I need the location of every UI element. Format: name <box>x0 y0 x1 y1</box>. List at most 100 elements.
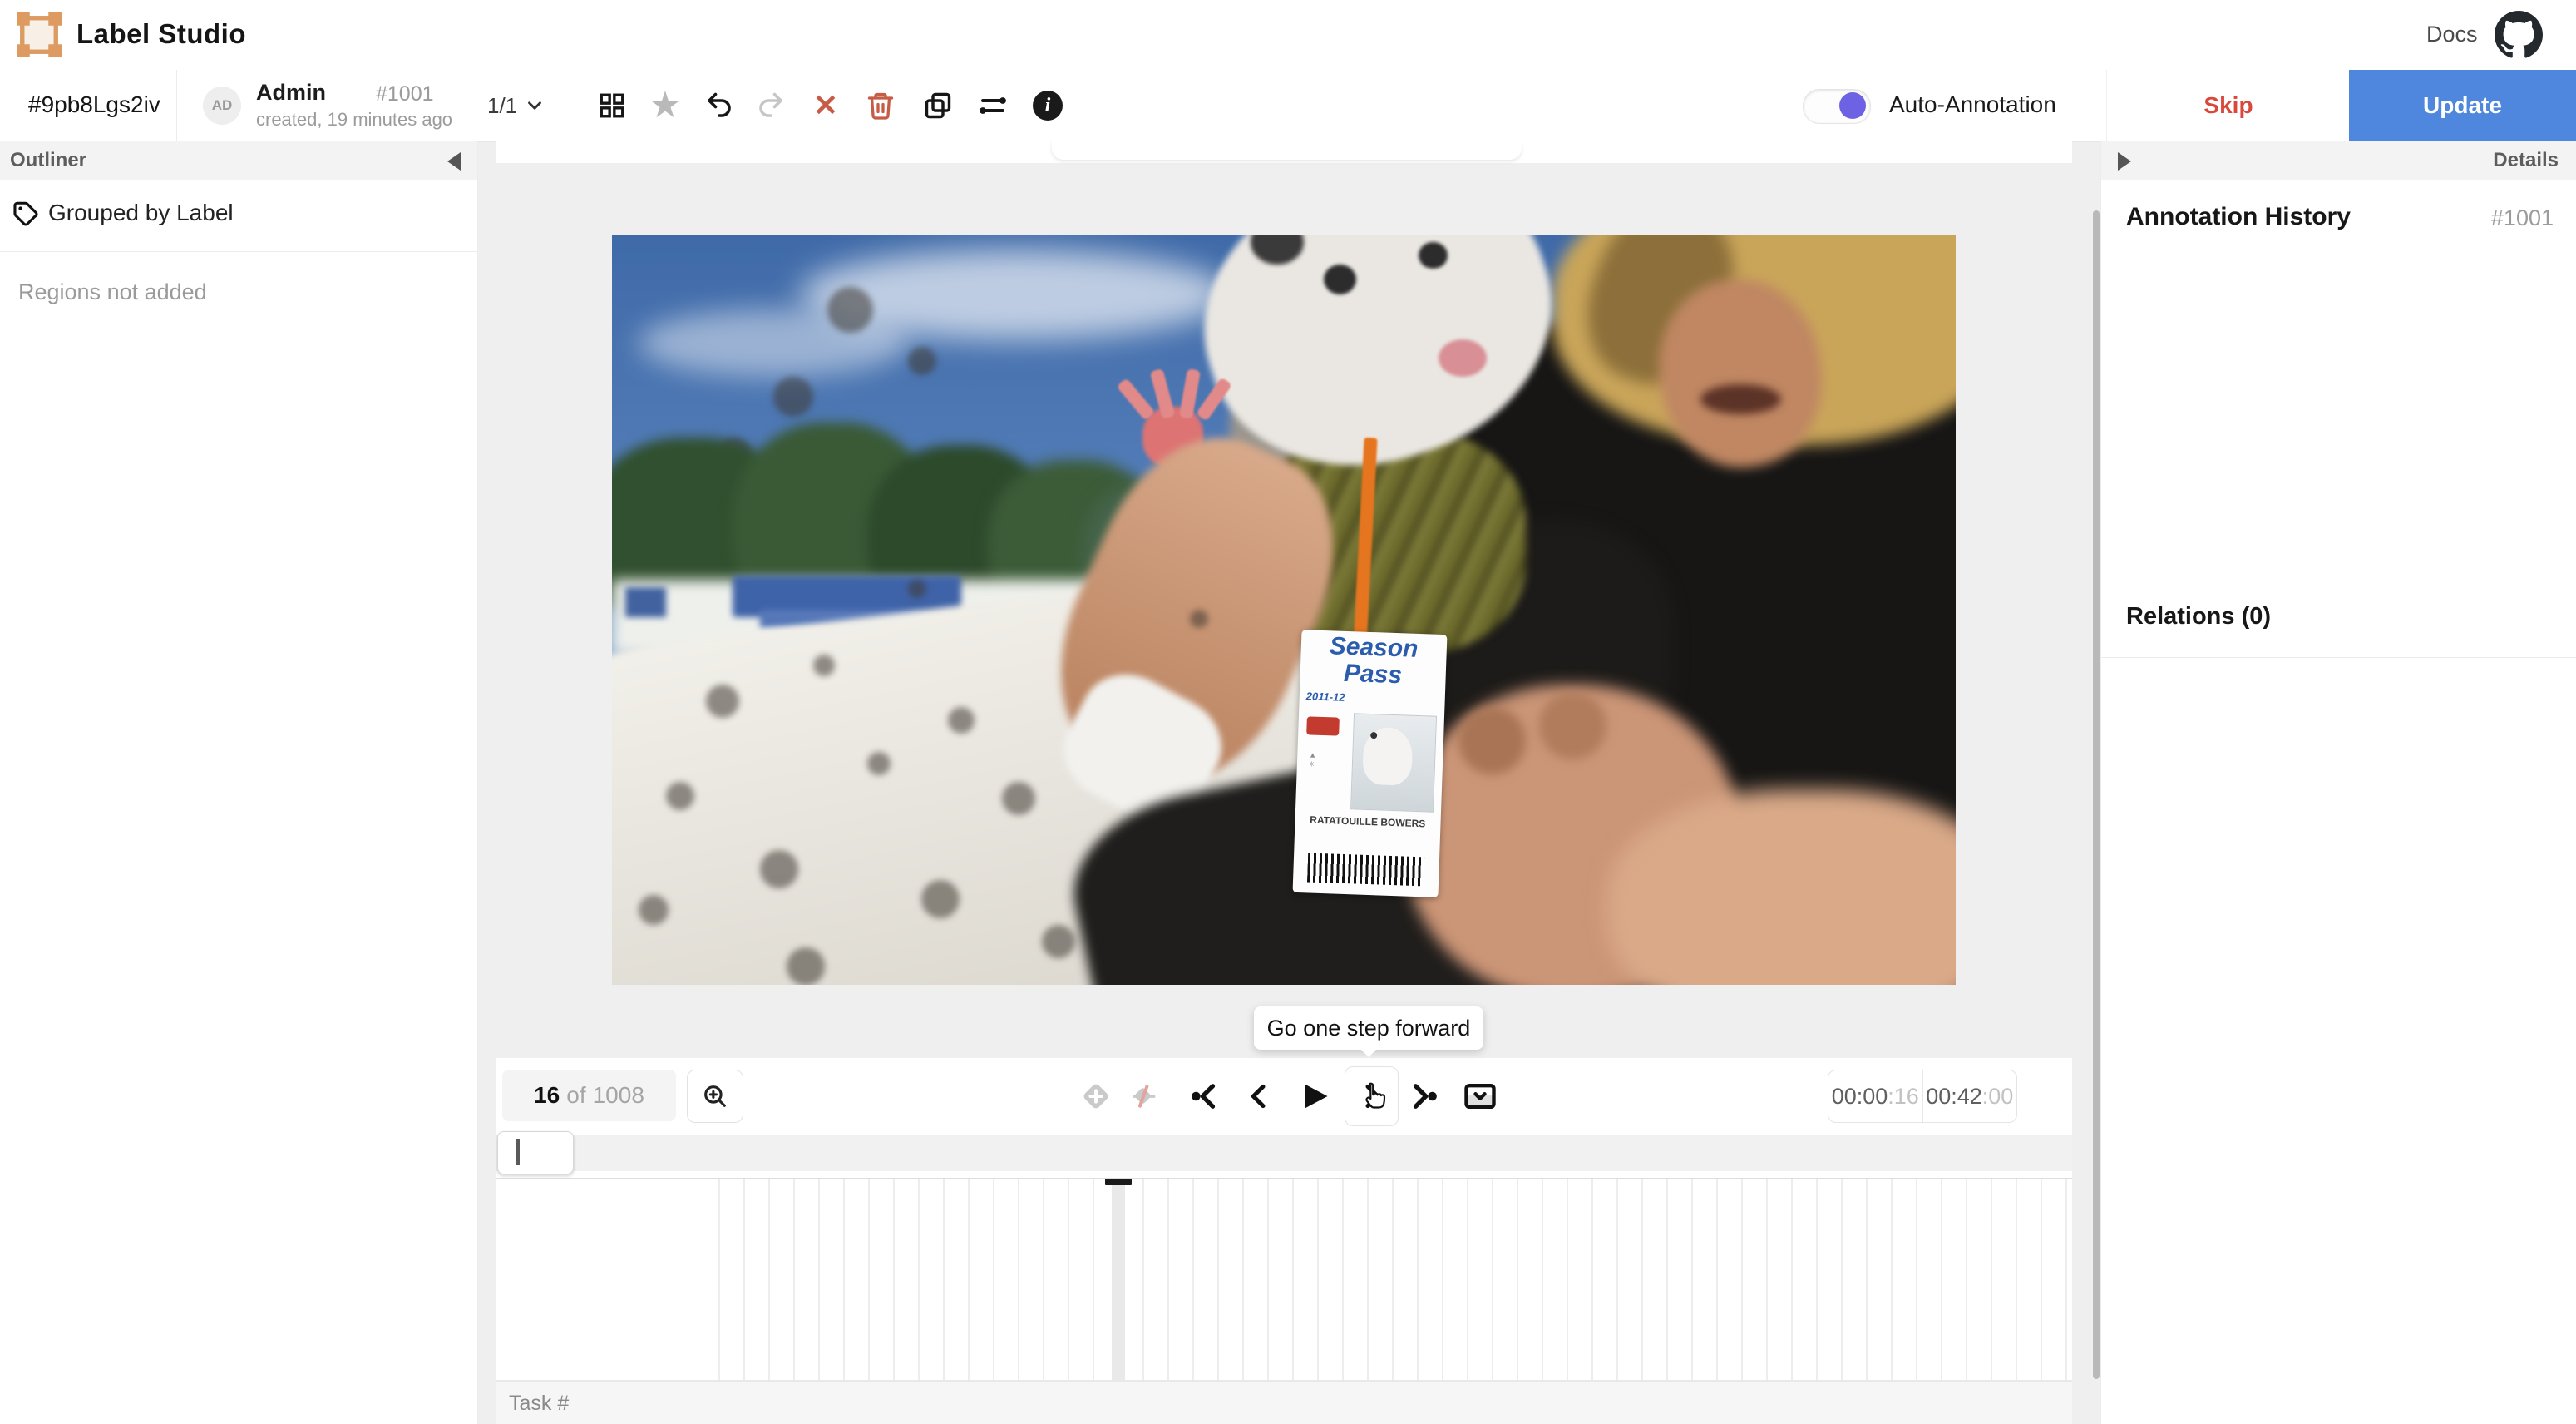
info-icon: i <box>1033 91 1063 121</box>
opossum-nose <box>1439 339 1487 377</box>
blue-fence <box>625 587 665 617</box>
tag-icon <box>12 200 40 228</box>
badge-logo <box>1307 717 1340 736</box>
annotation-nav-count: 1/1 <box>487 93 517 119</box>
avatar[interactable]: AD <box>203 87 241 125</box>
play-icon <box>1295 1078 1332 1115</box>
collapse-right-icon[interactable] <box>2118 152 2131 171</box>
cancel-icon: ✕ <box>813 91 838 121</box>
play-button[interactable] <box>1292 1075 1335 1118</box>
relations-title: Relations (0) <box>2126 603 2271 630</box>
duration-time: 00:42:00 <box>1923 1070 2017 1122</box>
keypoint-slash-icon <box>1128 1080 1161 1113</box>
keypoint-add-icon <box>1079 1080 1113 1113</box>
details-header: Details <box>2101 141 2576 180</box>
prev-frame-button[interactable] <box>1237 1075 1281 1118</box>
video-frame[interactable]: Season Pass 2011-12 ▲✳ RATATOUILLE BOWER… <box>612 235 1956 985</box>
info-button[interactable]: i <box>1026 84 1069 127</box>
fist-knuckle <box>1458 707 1526 774</box>
prev-keypoint-button[interactable] <box>1182 1075 1226 1118</box>
annotation-history-title: Annotation History <box>2126 203 2351 231</box>
chevron-left-icon <box>1242 1080 1276 1113</box>
next-frame-button[interactable] <box>1345 1066 1399 1126</box>
position-time: 00:00:16 <box>1828 1070 1923 1122</box>
position-time-main: 00:00 <box>1832 1084 1888 1110</box>
hand-cursor <box>1357 1080 1390 1117</box>
relations-section[interactable]: Relations (0) <box>2101 576 2576 658</box>
position-time-frames: :16 <box>1888 1084 1919 1110</box>
duration-time-frames: :00 <box>1982 1084 2014 1110</box>
badge-barcode <box>1308 853 1425 887</box>
task-id[interactable]: #9pb8Lgs2iv <box>28 91 160 118</box>
prev-keypoint-icon <box>1187 1079 1221 1114</box>
frame-ruler[interactable] <box>496 1178 2072 1381</box>
undo-icon <box>704 91 734 121</box>
group-by-label-control[interactable]: Grouped by Label <box>0 180 477 252</box>
duration-time-main: 00:42 <box>1926 1084 1982 1110</box>
time-display: 00:00:16 00:42:00 <box>1828 1070 2017 1123</box>
tooltip: Go one step forward <box>1254 1006 1483 1050</box>
trash-icon <box>866 91 896 121</box>
reset-button[interactable]: ✕ <box>804 84 847 127</box>
app-title: Label Studio <box>76 18 246 50</box>
task-footer: Task # <box>496 1381 2072 1424</box>
redo-icon <box>756 91 786 121</box>
outliner-header: Outliner <box>0 141 477 180</box>
docs-link[interactable]: Docs <box>2426 22 2478 47</box>
annotation-toolbar: #9pb8Lgs2iv AD Admin #1001 created, 19 m… <box>0 70 2576 142</box>
star-icon: ★ <box>649 87 681 124</box>
badge-line1: Season <box>1301 633 1447 663</box>
annotation-id: #1001 <box>376 82 434 106</box>
transfer-icon <box>978 91 1008 121</box>
undo-button[interactable] <box>698 84 741 127</box>
grid-icon <box>598 91 626 120</box>
frame-of-label: of <box>566 1082 585 1109</box>
add-region-button[interactable] <box>1074 1075 1118 1118</box>
fist-knuckle <box>1539 692 1606 759</box>
magnifier-plus-icon <box>701 1082 729 1110</box>
scrolled-panel-edge <box>1052 141 1522 160</box>
frame-counter[interactable]: 16 of 1008 <box>502 1070 676 1121</box>
group-by-label-text: Grouped by Label <box>48 200 234 226</box>
badge-line2: Pass <box>1300 660 1445 690</box>
annotator-name: Admin <box>256 80 326 106</box>
delete-button[interactable] <box>859 84 902 127</box>
grid-view-button[interactable] <box>590 84 634 127</box>
interpolation-toggle-button[interactable] <box>1123 1075 1166 1118</box>
task-label: Task # <box>509 1392 569 1416</box>
chevron-down-icon[interactable] <box>524 95 545 116</box>
badge-line3: 2011-12 <box>1306 690 1345 704</box>
relations-settings-button[interactable] <box>971 84 1014 127</box>
timeline-collapse-button[interactable] <box>1458 1075 1502 1118</box>
frames-box-icon <box>1462 1078 1498 1115</box>
regions-empty-message: Regions not added <box>18 279 207 305</box>
next-keypoint-button[interactable] <box>1403 1075 1446 1118</box>
outliner-title: Outliner <box>10 149 86 172</box>
details-panel: Details Annotation History #1001 Relatio… <box>2100 141 2576 1424</box>
season-pass-badge: Season Pass 2011-12 ▲✳ RATATOUILLE BOWER… <box>1293 630 1447 897</box>
label-studio-app: Label Studio Docs #9pb8Lgs2iv AD Admin #… <box>0 0 2576 1424</box>
toggle-knob <box>1839 92 1866 119</box>
opossum-paw-toe <box>1117 378 1156 422</box>
collapse-left-icon[interactable] <box>447 152 461 171</box>
ground-truth-button[interactable]: ★ <box>644 84 687 127</box>
auto-annotation-toggle[interactable] <box>1803 89 1871 124</box>
details-title: Details <box>2493 149 2559 172</box>
zoom-in-button[interactable] <box>687 1070 743 1123</box>
seeker-viewport[interactable] <box>497 1131 574 1174</box>
current-frame: 16 <box>534 1082 560 1109</box>
duplicate-button[interactable] <box>916 84 960 127</box>
update-button[interactable]: Update <box>2349 70 2576 141</box>
next-keypoint-icon <box>1407 1079 1442 1114</box>
outliner-panel: Outliner Grouped by Label Regions not ad… <box>0 141 478 1424</box>
label-studio-logo-icon <box>17 12 62 57</box>
skip-button[interactable]: Skip <box>2106 70 2350 141</box>
seeker-position-indicator <box>516 1139 520 1165</box>
top-header: Label Studio Docs <box>0 0 2576 71</box>
main-content: Season Pass 2011-12 ▲✳ RATATOUILLE BOWER… <box>496 141 2072 1424</box>
seeker-track[interactable] <box>496 1135 2072 1171</box>
annotation-history-section <box>2101 180 2576 576</box>
github-icon[interactable] <box>2495 11 2543 59</box>
vertical-scrollbar[interactable] <box>2093 210 2100 1379</box>
redo-button[interactable] <box>749 84 792 127</box>
